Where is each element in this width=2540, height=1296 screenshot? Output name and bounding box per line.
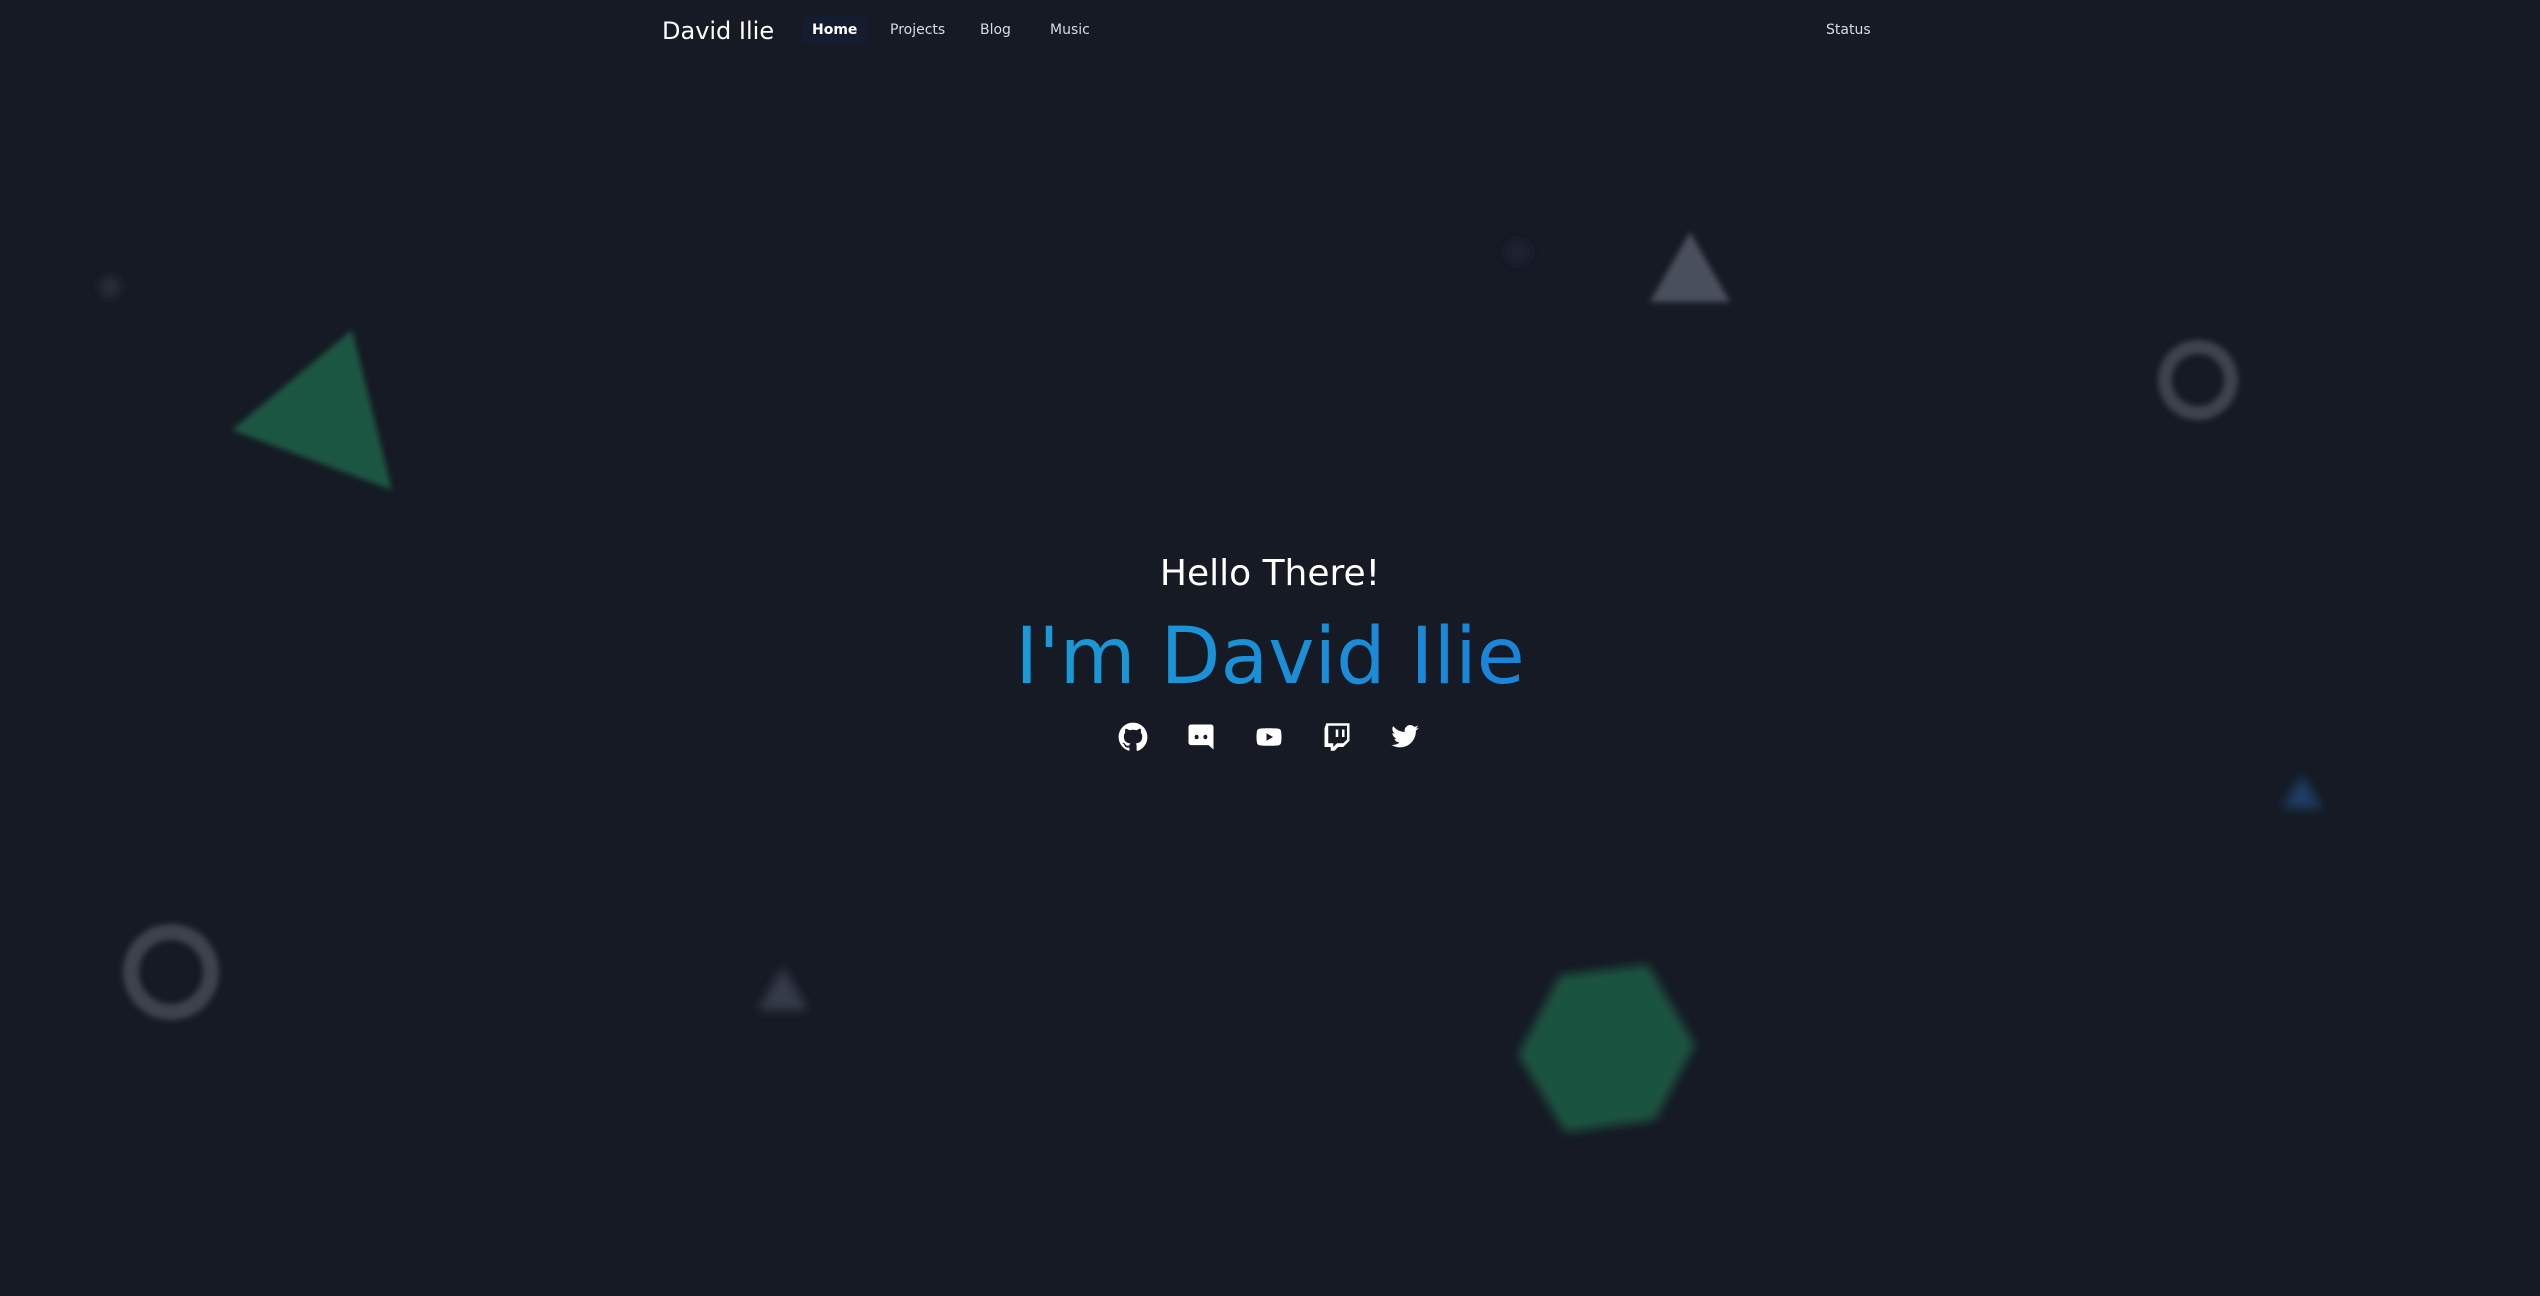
discord-link[interactable] bbox=[1184, 720, 1218, 754]
twitch-link[interactable] bbox=[1320, 720, 1354, 754]
github-link[interactable] bbox=[1116, 720, 1150, 754]
youtube-link[interactable] bbox=[1252, 720, 1286, 754]
page: David Ilie Home Projects Blog Music Stat… bbox=[0, 0, 2540, 1296]
hero-name-text: I'm David Ilie bbox=[1015, 612, 1525, 702]
twitch-icon bbox=[1324, 723, 1350, 751]
hero-section: Hello There! I'm David Ilie bbox=[0, 0, 2540, 1296]
youtube-icon bbox=[1256, 728, 1282, 746]
twitter-icon bbox=[1391, 725, 1419, 748]
twitter-link[interactable] bbox=[1388, 720, 1422, 754]
github-icon bbox=[1118, 722, 1148, 751]
hero-greeting: Hello There! bbox=[1159, 553, 1381, 594]
social-links bbox=[1116, 720, 1426, 754]
hero-name: I'm David Ilie bbox=[0, 612, 2540, 702]
discord-icon bbox=[1188, 724, 1214, 750]
